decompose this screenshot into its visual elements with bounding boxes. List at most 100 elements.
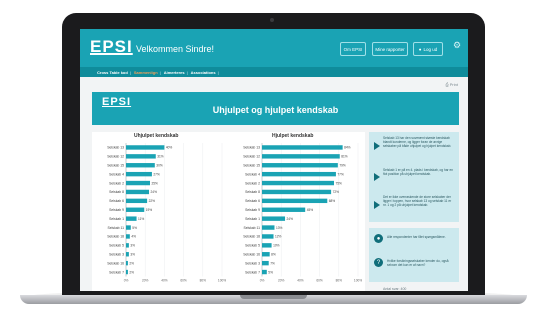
top-bar: EPSI Velkommen Sindre! Om EPSI Mine rapp…	[80, 29, 468, 67]
settings-icon[interactable]: ⚙	[453, 40, 461, 51]
category-label: Selskab 15	[107, 163, 124, 167]
x-tick-label: 40%	[161, 279, 168, 283]
x-tick-label: 0%	[260, 279, 265, 283]
bar[interactable]	[126, 225, 131, 230]
nav-cross-table[interactable]: Cross Table kod	[97, 70, 128, 75]
value-label: 84%	[344, 146, 351, 150]
bar[interactable]	[126, 198, 148, 204]
nav-bar: Cross Table kod | Sammenlign | Aimerteres |…	[80, 67, 468, 77]
value-label: 81%	[341, 155, 348, 159]
bar[interactable]	[262, 154, 340, 159]
value-label: 3%	[130, 244, 135, 248]
value-label: 5%	[268, 270, 273, 274]
bar[interactable]	[262, 163, 338, 168]
nav-associations[interactable]: Associations	[191, 70, 216, 75]
value-label: 7%	[270, 261, 275, 265]
bar[interactable]	[262, 207, 306, 212]
nav-sammenlign[interactable]: Sammenlign	[134, 70, 158, 75]
bar[interactable]	[126, 207, 145, 212]
key-point-2: Selskab 1 er på en 4. plads i kendskab, …	[383, 168, 453, 177]
category-label: Selskab 16	[107, 261, 124, 265]
value-label: 79%	[339, 163, 346, 167]
bar-charts: 0% 20% 40% 60% 80% 100% Selskab 13 40% Selskab 1…	[107, 143, 362, 283]
key-points-card: Selskab 13 har den suverænt største kend…	[369, 132, 459, 222]
x-tick-label: 100%	[354, 279, 362, 283]
insights-panel: Selskab 13 har den suverænt største kend…	[369, 132, 459, 291]
chart-panel: Uhjulpet kendskab Hjulpet kendskab 0% 20%…	[92, 132, 365, 291]
category-label: Selskab 2	[109, 181, 124, 185]
laptop-notch	[240, 295, 307, 299]
bar[interactable]	[262, 198, 328, 204]
bar[interactable]	[262, 145, 343, 150]
nav-separator: |	[186, 69, 188, 75]
x-tick-label: 0%	[124, 279, 129, 283]
category-label: Selskab 7	[109, 270, 124, 274]
respondents-note: Alle respondenter har fået spørgsmålene.	[387, 235, 446, 239]
category-label: Selskab 7	[245, 270, 260, 274]
bar[interactable]	[126, 145, 165, 150]
value-label: 11%	[138, 217, 144, 221]
bar[interactable]	[262, 171, 336, 177]
category-label: Selskab 2	[245, 181, 260, 185]
category-label: Selskab 18	[107, 235, 124, 239]
x-tick-label: 80%	[336, 279, 343, 283]
bar[interactable]	[262, 269, 267, 275]
bar[interactable]	[126, 260, 128, 266]
category-label: Selskab 12	[107, 155, 124, 159]
category-label: Selskab 4	[245, 172, 260, 176]
value-label: 5%	[132, 226, 137, 230]
x-tick-label: 40%	[297, 279, 304, 283]
value-label: 2%	[129, 270, 134, 274]
category-label: Selskab 3	[245, 261, 260, 265]
bar[interactable]	[126, 252, 129, 257]
bar[interactable]	[126, 154, 156, 159]
bar[interactable]	[262, 189, 332, 195]
category-label: Selskab 13	[243, 146, 260, 150]
arrow-icon	[374, 173, 380, 181]
bar[interactable]	[126, 189, 150, 195]
nav-aimerteres[interactable]: Aimerteres	[164, 70, 185, 75]
category-label: Selskab 16	[243, 252, 260, 256]
logout-button[interactable]: ● Log ud	[413, 42, 443, 56]
value-label: 25%	[152, 181, 159, 185]
bar[interactable]	[126, 216, 137, 221]
bar[interactable]	[126, 234, 130, 239]
bar[interactable]	[126, 180, 150, 186]
category-label: Selskab 1	[245, 217, 260, 221]
value-label: 19%	[146, 208, 153, 212]
report-title: Uhjulpet og hjulpet kendskab	[212, 105, 339, 115]
bar[interactable]	[126, 171, 152, 177]
category-label: Selskab 11	[107, 226, 124, 230]
sample-size: Antal svar: 400	[383, 287, 407, 291]
about-epsi-button[interactable]: Om EPSI	[340, 42, 366, 56]
category-label: Selskab 4	[109, 172, 124, 176]
bar[interactable]	[262, 234, 274, 239]
bar[interactable]	[262, 243, 272, 248]
value-label: 3%	[130, 252, 135, 256]
bar[interactable]	[262, 180, 334, 186]
question-text: Hvilke forsikringsselskaber kender du, o…	[387, 259, 449, 268]
value-label: 68%	[329, 199, 336, 203]
my-reports-button[interactable]: Mine rapporter	[372, 42, 408, 56]
bar[interactable]	[126, 243, 129, 248]
question-icon: ?	[374, 258, 383, 267]
category-label: Selskab 15	[243, 163, 260, 167]
x-tick-label: 20%	[278, 279, 285, 283]
value-label: 2%	[129, 261, 134, 265]
value-label: 27%	[153, 172, 160, 176]
category-label: Selskab 13	[107, 146, 124, 150]
epsi-logo[interactable]: EPSI	[90, 37, 133, 57]
bar[interactable]	[262, 225, 275, 230]
bar[interactable]	[126, 269, 128, 275]
category-label: Selskab 11	[243, 226, 260, 230]
bar[interactable]	[126, 163, 155, 168]
print-button[interactable]: ⎙ Print	[445, 82, 458, 87]
value-label: 12%	[275, 235, 282, 239]
value-label: 8%	[271, 252, 276, 256]
bar[interactable]	[262, 216, 286, 221]
bar[interactable]	[262, 260, 269, 266]
bar[interactable]	[262, 252, 270, 257]
nav-separator: |	[129, 69, 131, 75]
x-tick-label: 20%	[142, 279, 149, 283]
webcam	[270, 18, 274, 22]
